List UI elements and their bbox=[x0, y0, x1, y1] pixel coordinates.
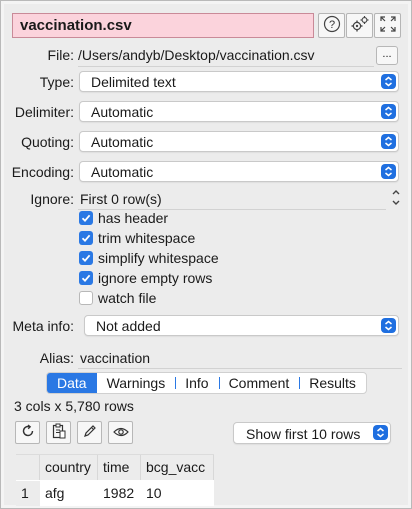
encoding-select[interactable]: Automatic bbox=[79, 161, 399, 182]
has-header-checkbox[interactable]: has header bbox=[79, 209, 168, 227]
updown-chevron-icon bbox=[381, 74, 396, 89]
simplify-whitespace-checkbox[interactable]: simplify whitespace bbox=[79, 249, 219, 267]
trim-whitespace-checkbox[interactable]: trim whitespace bbox=[79, 229, 195, 247]
type-select-value: Delimited text bbox=[91, 74, 176, 90]
settings-button[interactable] bbox=[346, 13, 373, 38]
table-header-country[interactable]: country bbox=[40, 455, 98, 480]
alias-label: Alias: bbox=[39, 350, 74, 366]
table-header-bcg-vacc[interactable]: bcg_vacc bbox=[141, 455, 214, 480]
updown-chevron-icon bbox=[381, 104, 396, 119]
clipboard-icon bbox=[52, 423, 66, 442]
preview-button[interactable] bbox=[108, 421, 133, 444]
meta-info-select[interactable]: Not added bbox=[84, 315, 399, 336]
refresh-button[interactable] bbox=[15, 421, 40, 444]
tab-info[interactable]: Info bbox=[175, 373, 218, 393]
tab-bar: Data Warnings Info Comment Results bbox=[46, 372, 367, 394]
question-circle-icon: ? bbox=[323, 15, 341, 36]
table-header-time[interactable]: time bbox=[98, 455, 141, 480]
browse-button[interactable]: ... bbox=[376, 46, 398, 65]
app-window: vaccination.csv ? File: /Users/andyb/Des… bbox=[0, 0, 412, 509]
input-panel: vaccination.csv ? File: /Users/andyb/Des… bbox=[4, 4, 408, 506]
meta-info-select-value: Not added bbox=[96, 318, 161, 334]
help-button[interactable]: ? bbox=[318, 13, 345, 38]
unchecked-box-icon bbox=[79, 291, 93, 305]
clipboard-button[interactable] bbox=[46, 421, 71, 444]
ignore-label: Ignore: bbox=[30, 191, 74, 207]
expand-button[interactable] bbox=[374, 13, 401, 38]
encoding-select-value: Automatic bbox=[91, 164, 154, 180]
type-select[interactable]: Delimited text bbox=[79, 71, 399, 92]
data-summary: 3 cols x 5,780 rows bbox=[14, 398, 134, 414]
updown-chevron-icon bbox=[381, 318, 396, 333]
quoting-label: Quoting: bbox=[21, 134, 74, 150]
tab-results[interactable]: Results bbox=[299, 373, 366, 393]
updown-chevron-icon bbox=[381, 164, 396, 179]
ignore-stepper[interactable] bbox=[390, 187, 402, 209]
meta-info-label: Meta info: bbox=[12, 318, 74, 334]
checkbox-label: trim whitespace bbox=[98, 230, 196, 246]
tab-data[interactable]: Data bbox=[47, 373, 97, 393]
refresh-icon bbox=[21, 424, 35, 441]
type-label: Type: bbox=[39, 74, 74, 90]
quoting-select[interactable]: Automatic bbox=[79, 131, 399, 152]
table-cell[interactable]: 10 bbox=[141, 481, 214, 506]
pencil-icon bbox=[83, 424, 97, 441]
checkbox-label: simplify whitespace bbox=[98, 250, 219, 266]
checkbox-label: ignore empty rows bbox=[98, 270, 213, 286]
updown-chevron-icon bbox=[373, 425, 388, 440]
table-header-rownum bbox=[16, 455, 40, 480]
delimiter-select[interactable]: Automatic bbox=[79, 101, 399, 122]
table-cell[interactable]: afg bbox=[40, 481, 98, 506]
ignore-empty-rows-checkbox[interactable]: ignore empty rows bbox=[79, 269, 212, 287]
delimiter-label: Delimiter: bbox=[14, 104, 74, 120]
watch-file-checkbox[interactable]: watch file bbox=[79, 289, 156, 307]
row-number: 1 bbox=[16, 481, 40, 506]
encoding-label: Encoding: bbox=[11, 164, 74, 180]
tab-comment[interactable]: Comment bbox=[218, 373, 300, 393]
checkmark-icon bbox=[79, 231, 93, 245]
show-rows-value: Show first 10 rows bbox=[246, 426, 361, 442]
checkmark-icon bbox=[79, 211, 93, 225]
alias-underline bbox=[78, 368, 402, 369]
svg-text:?: ? bbox=[328, 19, 334, 31]
dataset-title[interactable]: vaccination.csv bbox=[12, 13, 314, 38]
eye-icon bbox=[112, 425, 129, 441]
checkmark-icon bbox=[79, 271, 93, 285]
show-rows-select[interactable]: Show first 10 rows bbox=[233, 422, 391, 444]
file-path-underline bbox=[78, 66, 374, 67]
alias-field[interactable]: vaccination bbox=[80, 350, 150, 366]
updown-chevron-icon bbox=[381, 134, 396, 149]
checkbox-label: has header bbox=[98, 210, 169, 226]
ignore-rows-field[interactable]: First 0 row(s) bbox=[80, 191, 162, 207]
table-cell[interactable]: 1982 bbox=[98, 481, 141, 506]
data-table: country time bcg_vacc 1 afg 1982 10 bbox=[16, 454, 214, 506]
tab-warnings[interactable]: Warnings bbox=[97, 373, 176, 393]
file-path[interactable]: /Users/andyb/Desktop/vaccination.csv bbox=[78, 47, 315, 63]
stepper-chevrons-icon bbox=[392, 190, 400, 205]
delimiter-select-value: Automatic bbox=[91, 104, 154, 120]
quoting-select-value: Automatic bbox=[91, 134, 154, 150]
edit-button[interactable] bbox=[77, 421, 102, 444]
gears-icon bbox=[350, 15, 370, 36]
expand-icon bbox=[379, 16, 396, 35]
checkmark-icon bbox=[79, 251, 93, 265]
checkbox-label: watch file bbox=[98, 290, 157, 306]
file-label: File: bbox=[47, 47, 74, 63]
